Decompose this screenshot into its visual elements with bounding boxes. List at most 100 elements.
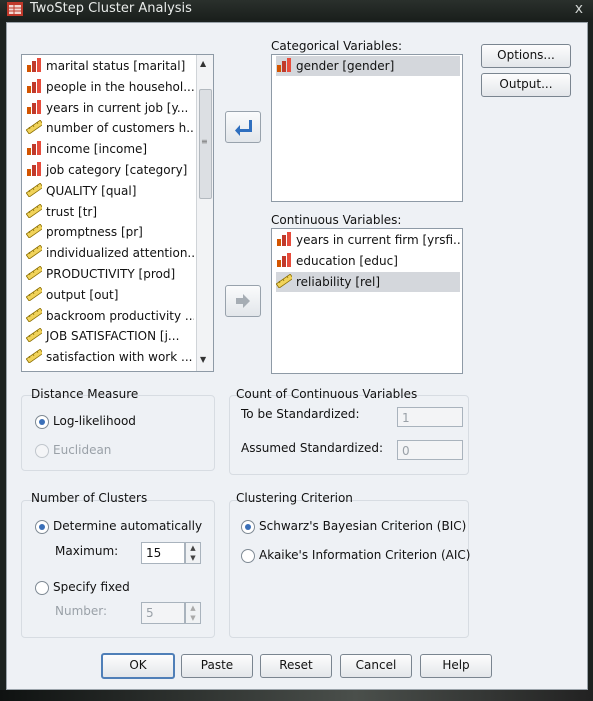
list-item[interactable]: job category [category] <box>26 160 194 180</box>
list-item[interactable]: years in current firm [yrsfi... <box>276 230 460 250</box>
maximum-stepper[interactable]: ▲ ▼ <box>185 542 201 564</box>
list-item-label: individualized attention... <box>46 246 194 261</box>
list-item-label: people in the househol... <box>46 79 194 94</box>
aic-label[interactable]: Akaike's Information Criterion (AIC) <box>259 548 470 562</box>
move-to-categorical-button[interactable] <box>225 111 261 143</box>
number-stepper: ▲ ▼ <box>185 602 201 624</box>
help-button[interactable]: Help <box>420 654 492 678</box>
dialog-body: marital status [marital] people in the ho… <box>6 22 588 690</box>
nominal-icon <box>27 58 41 72</box>
reset-button[interactable]: Reset <box>260 654 332 678</box>
list-item[interactable]: QUALITY [qual] <box>26 181 194 201</box>
list-item-label: output [out] <box>46 287 119 302</box>
log-likelihood-radio[interactable] <box>35 415 49 429</box>
list-item-label: trust [tr] <box>46 204 98 219</box>
list-item-label: satisfaction with work ... <box>46 350 193 365</box>
list-item-label: backroom productivity ... <box>46 308 194 323</box>
continuous-variable-list[interactable]: years in current firm [yrsfi... education… <box>271 228 463 374</box>
list-item-label: number of customers h... <box>46 121 194 136</box>
scroll-grip-icon: ≡ <box>201 137 208 146</box>
list-item[interactable]: education [educ] <box>276 251 460 271</box>
app-icon <box>7 2 23 16</box>
log-likelihood-label[interactable]: Log-likelihood <box>53 414 136 428</box>
list-item-label: PRODUCTIVITY [prod] <box>46 267 176 281</box>
categorical-heading: Categorical Variables: <box>271 39 403 53</box>
clustering-criterion-heading: Clustering Criterion <box>236 491 353 505</box>
list-item[interactable]: marital status [marital] <box>26 56 194 76</box>
list-item[interactable]: promptness [pr] <box>26 222 194 242</box>
spin-up-icon[interactable]: ▲ <box>186 543 200 553</box>
scale-icon <box>26 349 42 364</box>
scale-icon <box>26 266 42 280</box>
list-item[interactable]: backroom productivity ... <box>26 306 194 326</box>
list-item[interactable]: reliability [rel] <box>276 271 460 292</box>
specify-fixed-label[interactable]: Specify fixed <box>53 580 130 594</box>
cancel-button[interactable]: Cancel <box>340 654 412 678</box>
list-item[interactable]: years in current job [y... <box>26 98 194 118</box>
bic-label[interactable]: Schwarz's Bayesian Criterion (BIC) <box>259 519 466 533</box>
list-item[interactable]: income [income] <box>26 139 194 159</box>
source-variable-list[interactable]: marital status [marital] people in the ho… <box>21 54 214 372</box>
scale-icon <box>26 182 42 197</box>
categorical-variable-list[interactable]: gender [gender] <box>271 54 463 202</box>
ok-button[interactable]: OK <box>101 653 175 679</box>
scale-icon <box>26 120 42 135</box>
assumed-standardized-label: Assumed Standardized: <box>241 441 384 455</box>
nominal-icon <box>277 252 291 267</box>
scale-icon <box>26 245 42 260</box>
output-button[interactable]: Output... <box>481 73 571 97</box>
list-item-label: years in current job [y... <box>46 100 189 115</box>
distance-measure-heading: Distance Measure <box>31 387 139 401</box>
window-title: TwoStep Cluster Analysis <box>30 1 192 16</box>
nominal-icon <box>277 232 291 246</box>
scroll-up-icon[interactable]: ▲ <box>200 59 206 68</box>
list-item[interactable]: output [out] <box>26 285 194 305</box>
source-list-scrollbar[interactable]: ▲ ≡ ▼ <box>196 55 213 371</box>
list-item-label: income [income] <box>46 142 148 157</box>
specify-fixed-radio[interactable] <box>35 581 49 595</box>
spin-up-icon: ▲ <box>190 604 196 612</box>
spin-down-icon[interactable]: ▼ <box>186 553 200 563</box>
maximum-label: Maximum: <box>55 544 119 558</box>
aic-radio[interactable] <box>241 549 255 563</box>
list-item[interactable]: number of customers h... <box>26 118 194 138</box>
list-item[interactable]: trust [tr] <box>26 202 194 222</box>
determine-automatically-label[interactable]: Determine automatically <box>53 519 202 533</box>
scale-icon <box>276 273 292 288</box>
options-button[interactable]: Options... <box>481 44 571 68</box>
close-icon[interactable]: x <box>575 1 583 17</box>
list-item-label: QUALITY [qual] <box>46 183 137 198</box>
nominal-icon <box>27 141 41 156</box>
list-item[interactable]: gender [gender] <box>276 56 460 76</box>
list-item-label: education [educ] <box>296 253 398 268</box>
list-item-label: marital status [marital] <box>46 59 186 73</box>
list-item[interactable]: JOB SATISFACTION [j... <box>26 326 194 346</box>
number-of-clusters-heading: Number of Clusters <box>31 491 148 505</box>
move-to-continuous-button[interactable] <box>225 285 261 317</box>
scroll-down-icon[interactable]: ▼ <box>200 355 206 364</box>
title-bar[interactable]: TwoStep Cluster Analysis x <box>0 0 593 20</box>
number-input: 5 <box>141 602 185 624</box>
list-item-label: JOB SATISFACTION [j... <box>46 329 180 344</box>
list-item-label: years in current firm [yrsfi... <box>296 233 460 247</box>
determine-automatically-radio[interactable] <box>35 520 49 534</box>
paste-button[interactable]: Paste <box>181 654 253 678</box>
nominal-icon <box>27 99 41 114</box>
spin-down-icon: ▼ <box>190 614 196 622</box>
distance-measure-group <box>21 395 215 471</box>
continuous-heading: Continuous Variables: <box>271 213 402 227</box>
list-item[interactable]: PRODUCTIVITY [prod] <box>26 264 194 284</box>
list-item[interactable]: satisfaction with work ... <box>26 347 194 367</box>
list-item-label: promptness [pr] <box>46 225 143 240</box>
scale-icon <box>26 224 42 239</box>
list-item-label: gender [gender] <box>296 59 395 73</box>
list-item-label: reliability [rel] <box>296 274 381 289</box>
arrow-left-icon <box>235 120 252 136</box>
euclidean-label: Euclidean <box>53 443 112 457</box>
list-item[interactable]: individualized attention... <box>26 243 194 263</box>
bic-radio[interactable] <box>241 520 255 534</box>
list-item[interactable]: people in the househol... <box>26 77 194 97</box>
scale-icon <box>26 307 42 322</box>
euclidean-radio[interactable] <box>35 444 49 458</box>
maximum-input[interactable]: 15 <box>141 542 185 564</box>
